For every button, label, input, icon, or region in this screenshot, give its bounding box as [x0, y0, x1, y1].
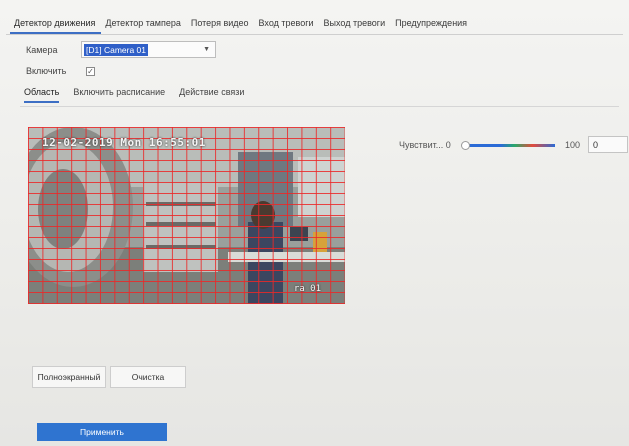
sensitivity-track [465, 143, 555, 147]
motion-detection-grid[interactable] [28, 127, 345, 304]
sensitivity-max: 100 [565, 139, 581, 150]
camera-row: Камера [D1] Camera 01 ▼ [26, 41, 216, 58]
tab-warnings[interactable]: Предупреждения [391, 14, 473, 34]
sensitivity-slider[interactable] [461, 140, 555, 150]
sensitivity-thumb[interactable] [461, 140, 470, 150]
enable-row: Включить ✓ [26, 66, 95, 76]
camera-label: Камера [26, 44, 58, 55]
enable-checkbox[interactable]: ✓ [86, 66, 95, 76]
subtabs-divider [20, 106, 619, 107]
subtab-schedule[interactable]: Включить расписание [73, 87, 165, 103]
camera-select-value: [D1] Camera 01 [84, 43, 148, 56]
subtab-area[interactable]: Область [24, 87, 60, 103]
clear-button[interactable]: Очистка [110, 366, 186, 388]
motion-area-preview[interactable]: 12-02-2019 Mon 16:55:01 ra 01 [28, 127, 345, 304]
sensitivity-label: Чувствит... 0 [399, 139, 451, 150]
sensitivity-control: Чувствит... 0 100 0 [399, 136, 629, 153]
chevron-down-icon: ▼ [203, 46, 210, 53]
osd-camera-name: ra 01 [293, 284, 321, 294]
fullscreen-button[interactable]: Полноэкранный [32, 366, 106, 388]
tabs-divider [6, 34, 623, 35]
alarm-tabs: Детектор движения Детектор тампера Потер… [10, 14, 619, 34]
tab-alarm-input[interactable]: Вход тревоги [255, 14, 320, 34]
subtab-linkage-action[interactable]: Действие связи [179, 87, 244, 103]
osd-timestamp: 12-02-2019 Mon 16:55:01 [42, 136, 206, 149]
tab-tamper-detection[interactable]: Детектор тампера [101, 14, 187, 34]
apply-button[interactable]: Применить [37, 423, 167, 441]
check-icon: ✓ [87, 66, 94, 76]
motion-subtabs: Область Включить расписание Действие свя… [24, 87, 244, 103]
enable-label: Включить [26, 66, 67, 76]
sensitivity-input[interactable]: 0 [588, 136, 629, 153]
tab-video-loss[interactable]: Потеря видео [187, 14, 255, 34]
tab-motion-detection[interactable]: Детектор движения [10, 14, 102, 34]
tab-alarm-output[interactable]: Выход тревоги [320, 14, 392, 34]
camera-select[interactable]: [D1] Camera 01 ▼ [81, 41, 216, 58]
